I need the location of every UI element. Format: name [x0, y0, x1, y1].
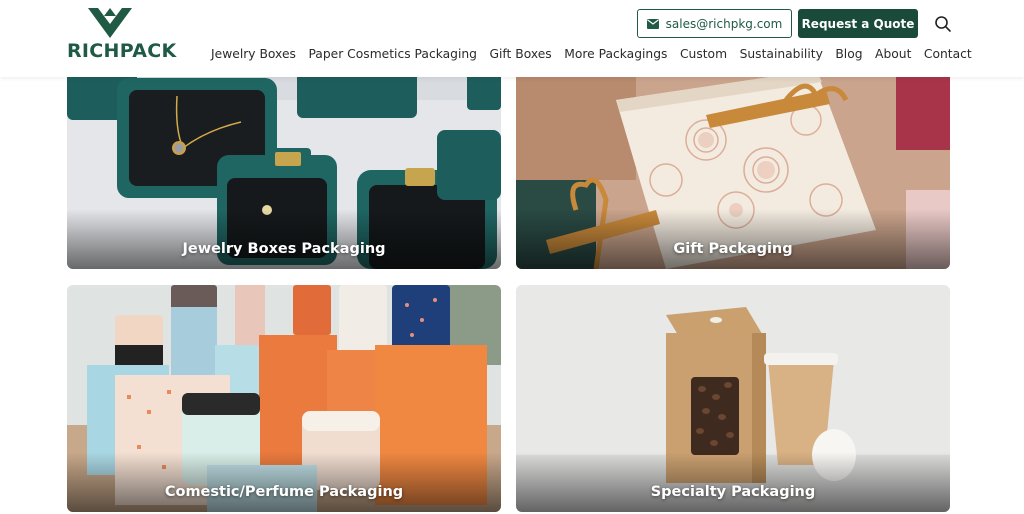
card-overlay	[67, 452, 501, 512]
nav-item-more-packagings[interactable]: More Packagings	[564, 47, 667, 61]
site-header: RICHPACK sales@richpkg.com Request a Quo…	[0, 0, 1024, 77]
nav-item-paper-cosmetics-packaging[interactable]: Paper Cosmetics Packaging	[308, 47, 477, 61]
nav-item-custom[interactable]: Custom	[680, 47, 727, 61]
nav-item-blog[interactable]: Blog	[835, 47, 862, 61]
email-button[interactable]: sales@richpkg.com	[637, 9, 792, 38]
logo[interactable]: RICHPACK	[67, 8, 176, 64]
nav-item-gift-boxes[interactable]: Gift Boxes	[489, 47, 551, 61]
nav-item-jewelry-boxes[interactable]: Jewelry Boxes	[211, 47, 296, 61]
card-title-specialty: Specialty Packaging	[650, 484, 816, 500]
category-card-specialty[interactable]: Specialty Packaging	[516, 285, 950, 512]
logo-heart-icon	[88, 8, 132, 38]
logo-text: RICHPACK	[67, 40, 177, 62]
category-card-gift[interactable]: Gift Packaging	[516, 60, 950, 269]
card-title-jewelry: Jewelry Boxes Packaging	[182, 241, 386, 257]
card-title-gift: Gift Packaging	[673, 241, 793, 257]
nav-item-contact[interactable]: Contact	[924, 47, 972, 61]
category-card-jewelry[interactable]: Jewelry Boxes Packaging	[67, 60, 501, 269]
category-card-cosmetic-perfume[interactable]: Comestic/Perfume Packaging	[67, 285, 501, 512]
card-title-cosmetic-perfume: Comestic/Perfume Packaging	[164, 484, 404, 500]
main-nav: Jewelry Boxes Paper Cosmetics Packaging …	[211, 47, 972, 61]
search-icon[interactable]	[933, 14, 953, 34]
card-overlay	[516, 209, 950, 269]
card-overlay	[67, 209, 501, 269]
mail-icon	[646, 18, 659, 29]
nav-item-about[interactable]: About	[875, 47, 911, 61]
card-overlay	[516, 452, 950, 512]
email-label: sales@richpkg.com	[665, 16, 783, 31]
nav-item-sustainability[interactable]: Sustainability	[740, 47, 823, 61]
request-quote-button[interactable]: Request a Quote	[798, 9, 918, 38]
